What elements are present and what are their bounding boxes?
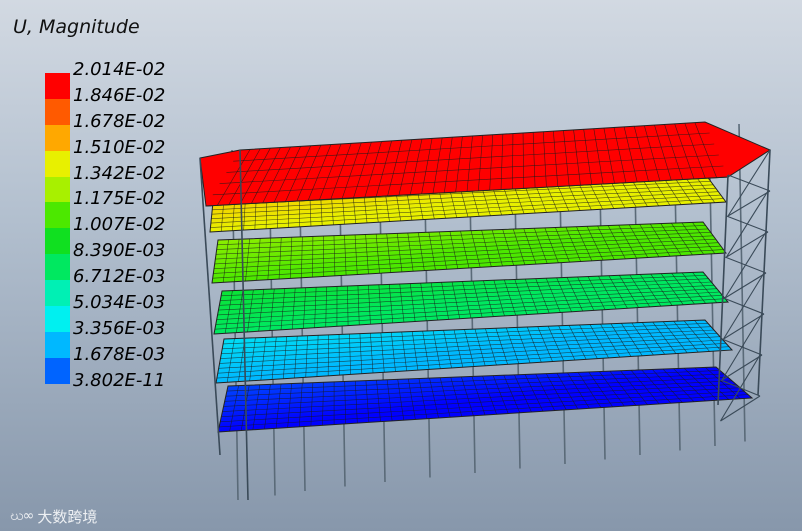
frame-brace [723, 272, 765, 340]
watermark-logo-icon: ဃ∞ [10, 508, 34, 524]
fem-building-model-viewport[interactable] [0, 0, 802, 531]
frame-brace [726, 190, 769, 258]
frame-brace [724, 231, 767, 299]
frame-beam [727, 190, 771, 217]
watermark-text: 大数跨境 [37, 508, 98, 526]
frame-column [717, 174, 729, 406]
frame-beam [721, 354, 763, 381]
watermark: ဃ∞ 大数跨境 [10, 506, 97, 527]
frame-beam [726, 231, 769, 258]
frame-beam [724, 272, 767, 299]
